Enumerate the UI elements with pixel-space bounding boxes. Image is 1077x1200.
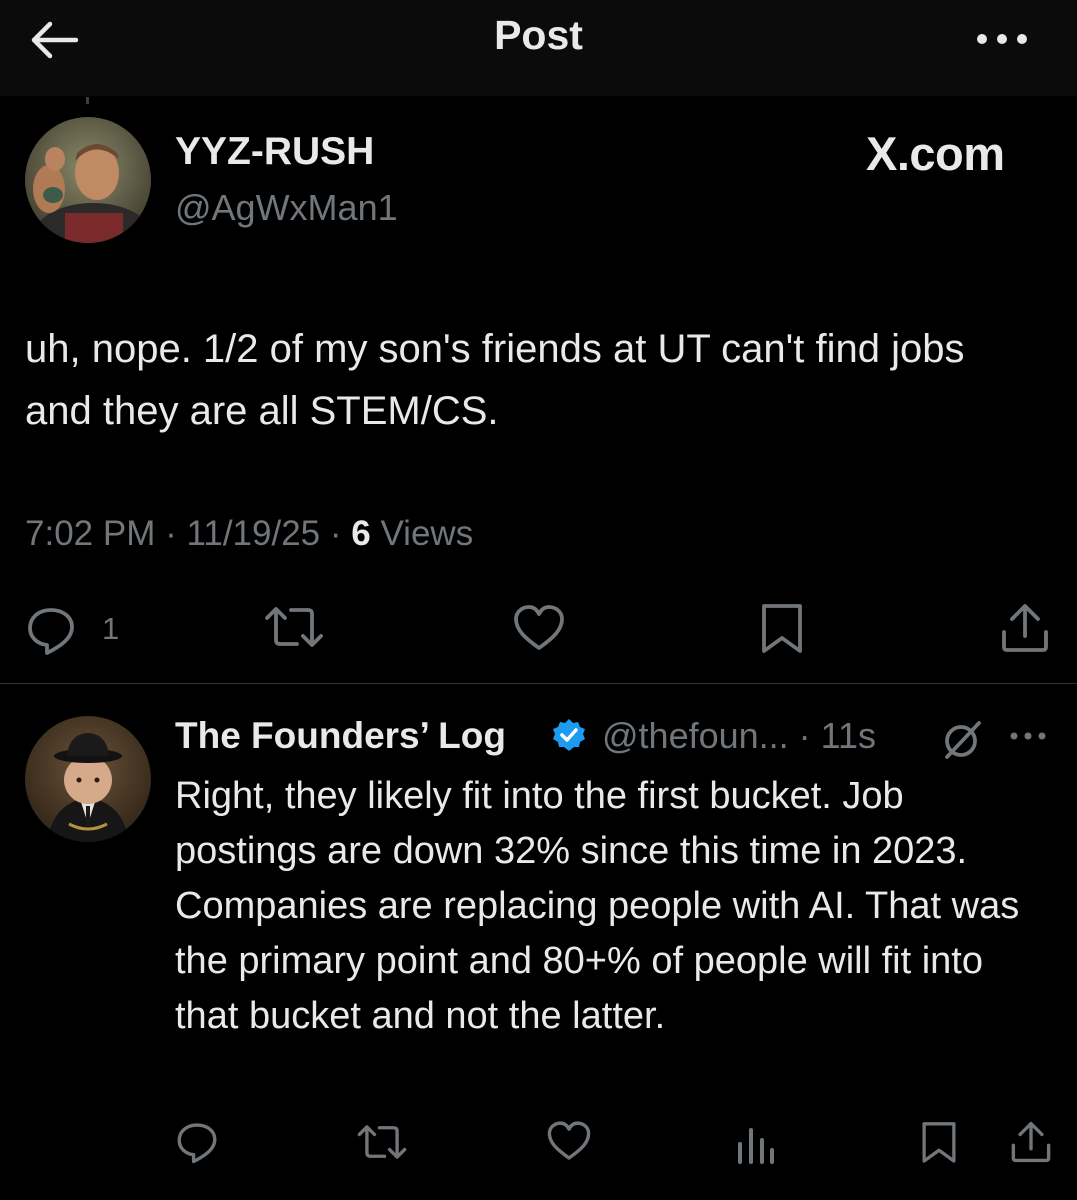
retweet-icon[interactable] bbox=[356, 1120, 408, 1164]
more-horizontal-icon[interactable] bbox=[1008, 727, 1048, 745]
post-text: uh, nope. 1/2 of my son's friends at UT … bbox=[25, 327, 965, 433]
views-count: 6 bbox=[351, 514, 371, 553]
thread-line bbox=[86, 97, 89, 104]
reply-icon[interactable] bbox=[25, 604, 77, 656]
author-handle[interactable]: @thefoun... · 11s bbox=[602, 715, 876, 757]
views-icon[interactable] bbox=[736, 1122, 776, 1164]
post-meta: 7:02 PM · 11/19/25 · 6 Views bbox=[25, 514, 474, 553]
post-time: 7:02 PM bbox=[25, 514, 156, 553]
bookmark-icon[interactable] bbox=[759, 602, 805, 654]
grok-icon[interactable] bbox=[941, 719, 983, 761]
reply-text: Right, they likely fit into the first bu… bbox=[175, 775, 1020, 1037]
time-ago: 11s bbox=[820, 715, 877, 756]
author-name[interactable]: The Founders’ Log bbox=[175, 715, 506, 757]
avatar[interactable] bbox=[25, 117, 151, 243]
views-label: Views bbox=[380, 514, 474, 553]
retweet-icon[interactable] bbox=[263, 602, 325, 652]
bookmark-icon[interactable] bbox=[920, 1120, 958, 1164]
heart-icon[interactable] bbox=[512, 604, 566, 652]
author-handle[interactable]: @AgWxMan1 bbox=[175, 187, 398, 229]
more-horizontal-icon[interactable] bbox=[974, 24, 1030, 54]
reply-count: 1 bbox=[102, 611, 120, 646]
share-icon[interactable] bbox=[1010, 1120, 1052, 1164]
watermark: X.com bbox=[866, 127, 1005, 180]
reply-icon[interactable] bbox=[175, 1120, 219, 1164]
author-name[interactable]: YYZ-RUSH bbox=[175, 130, 374, 174]
heart-icon[interactable] bbox=[546, 1120, 592, 1162]
verified-badge-icon bbox=[552, 718, 586, 752]
share-icon[interactable] bbox=[1000, 602, 1050, 654]
divider bbox=[0, 683, 1077, 684]
avatar[interactable] bbox=[25, 716, 151, 842]
post-date: 11/19/25 bbox=[186, 514, 321, 553]
page-title: Post bbox=[494, 12, 583, 58]
